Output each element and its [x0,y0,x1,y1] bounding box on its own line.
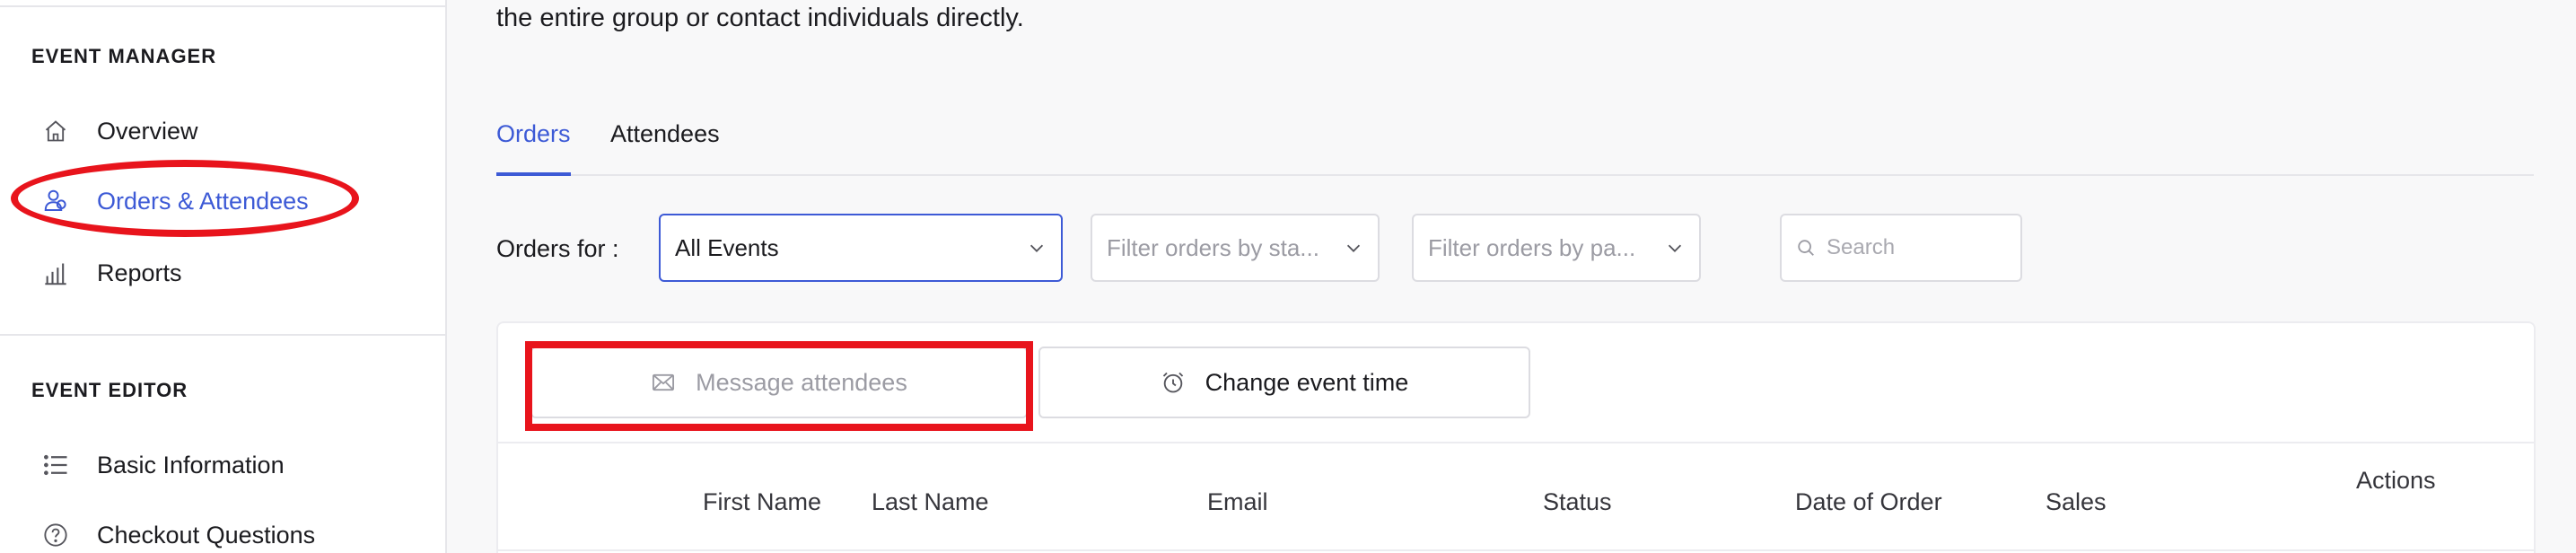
column-header-last-name[interactable]: Last Name [872,488,989,516]
sidebar-item-label: Orders & Attendees [97,187,309,215]
orders-panel: Message attendees Change event time Firs… [496,321,2536,553]
sidebar-item-basic-information[interactable]: Basic Information [40,443,285,487]
column-header-email[interactable]: Email [1207,488,1268,516]
attendees-icon [40,186,71,216]
list-icon [40,450,71,480]
tab-orders[interactable]: Orders [496,113,571,176]
chevron-down-icon [1346,244,1361,252]
search-input[interactable] [1827,235,2006,260]
bar-chart-icon [40,258,71,288]
status-filter-select[interactable]: Filter orders by sta... [1091,214,1380,282]
chevron-down-icon [1030,244,1044,252]
tab-bar: Orders Attendees [496,113,2534,176]
main-content: the entire group or contact individuals … [449,0,2576,553]
sidebar-item-orders-attendees[interactable]: Orders & Attendees [40,180,309,223]
column-header-actions: Actions [2356,467,2436,494]
message-attendees-button[interactable]: Message attendees [530,347,1028,418]
column-header-status[interactable]: Status [1543,488,1612,516]
sidebar-item-reports[interactable]: Reports [40,251,182,294]
alarm-clock-icon [1162,372,1183,393]
column-header-first-name[interactable]: First Name [703,488,821,516]
chevron-down-icon [1668,244,1682,252]
payment-filter-placeholder: Filter orders by pa... [1428,233,1636,261]
sidebar-item-label: Overview [97,117,198,145]
change-event-time-button[interactable]: Change event time [1038,347,1530,418]
sidebar-item-checkout-questions[interactable]: Checkout Questions [40,514,315,553]
orders-for-label: Orders for : [496,235,619,262]
tab-attendees[interactable]: Attendees [610,113,720,176]
column-header-date-of-order[interactable]: Date of Order [1795,488,1942,516]
divider [0,5,445,7]
search-icon [1798,240,1814,256]
sidebar-item-label: Basic Information [97,451,285,478]
mail-icon [653,373,675,391]
question-circle-icon [40,520,71,550]
event-editor-heading: EVENT EDITOR [31,379,188,401]
search-box [1780,214,2022,282]
message-attendees-label: Message attendees [696,368,907,396]
sidebar: EVENT MANAGER Overview Orders & Attendee… [0,0,447,553]
intro-text: the entire group or contact individuals … [496,4,1024,32]
event-select[interactable]: All Events [659,214,1063,282]
column-header-sales[interactable]: Sales [2046,488,2107,516]
event-manager-heading: EVENT MANAGER [31,45,217,67]
change-event-time-label: Change event time [1205,368,1409,396]
home-icon [40,116,71,146]
divider [0,334,445,336]
status-filter-placeholder: Filter orders by sta... [1107,233,1319,261]
sidebar-item-label: Checkout Questions [97,521,316,549]
sidebar-item-label: Reports [97,259,182,286]
payment-filter-select[interactable]: Filter orders by pa... [1412,214,1701,282]
sidebar-item-overview[interactable]: Overview [40,110,198,153]
table-header: First Name Last Name Email Status Date o… [498,442,2534,551]
event-select-value: All Events [675,233,779,261]
